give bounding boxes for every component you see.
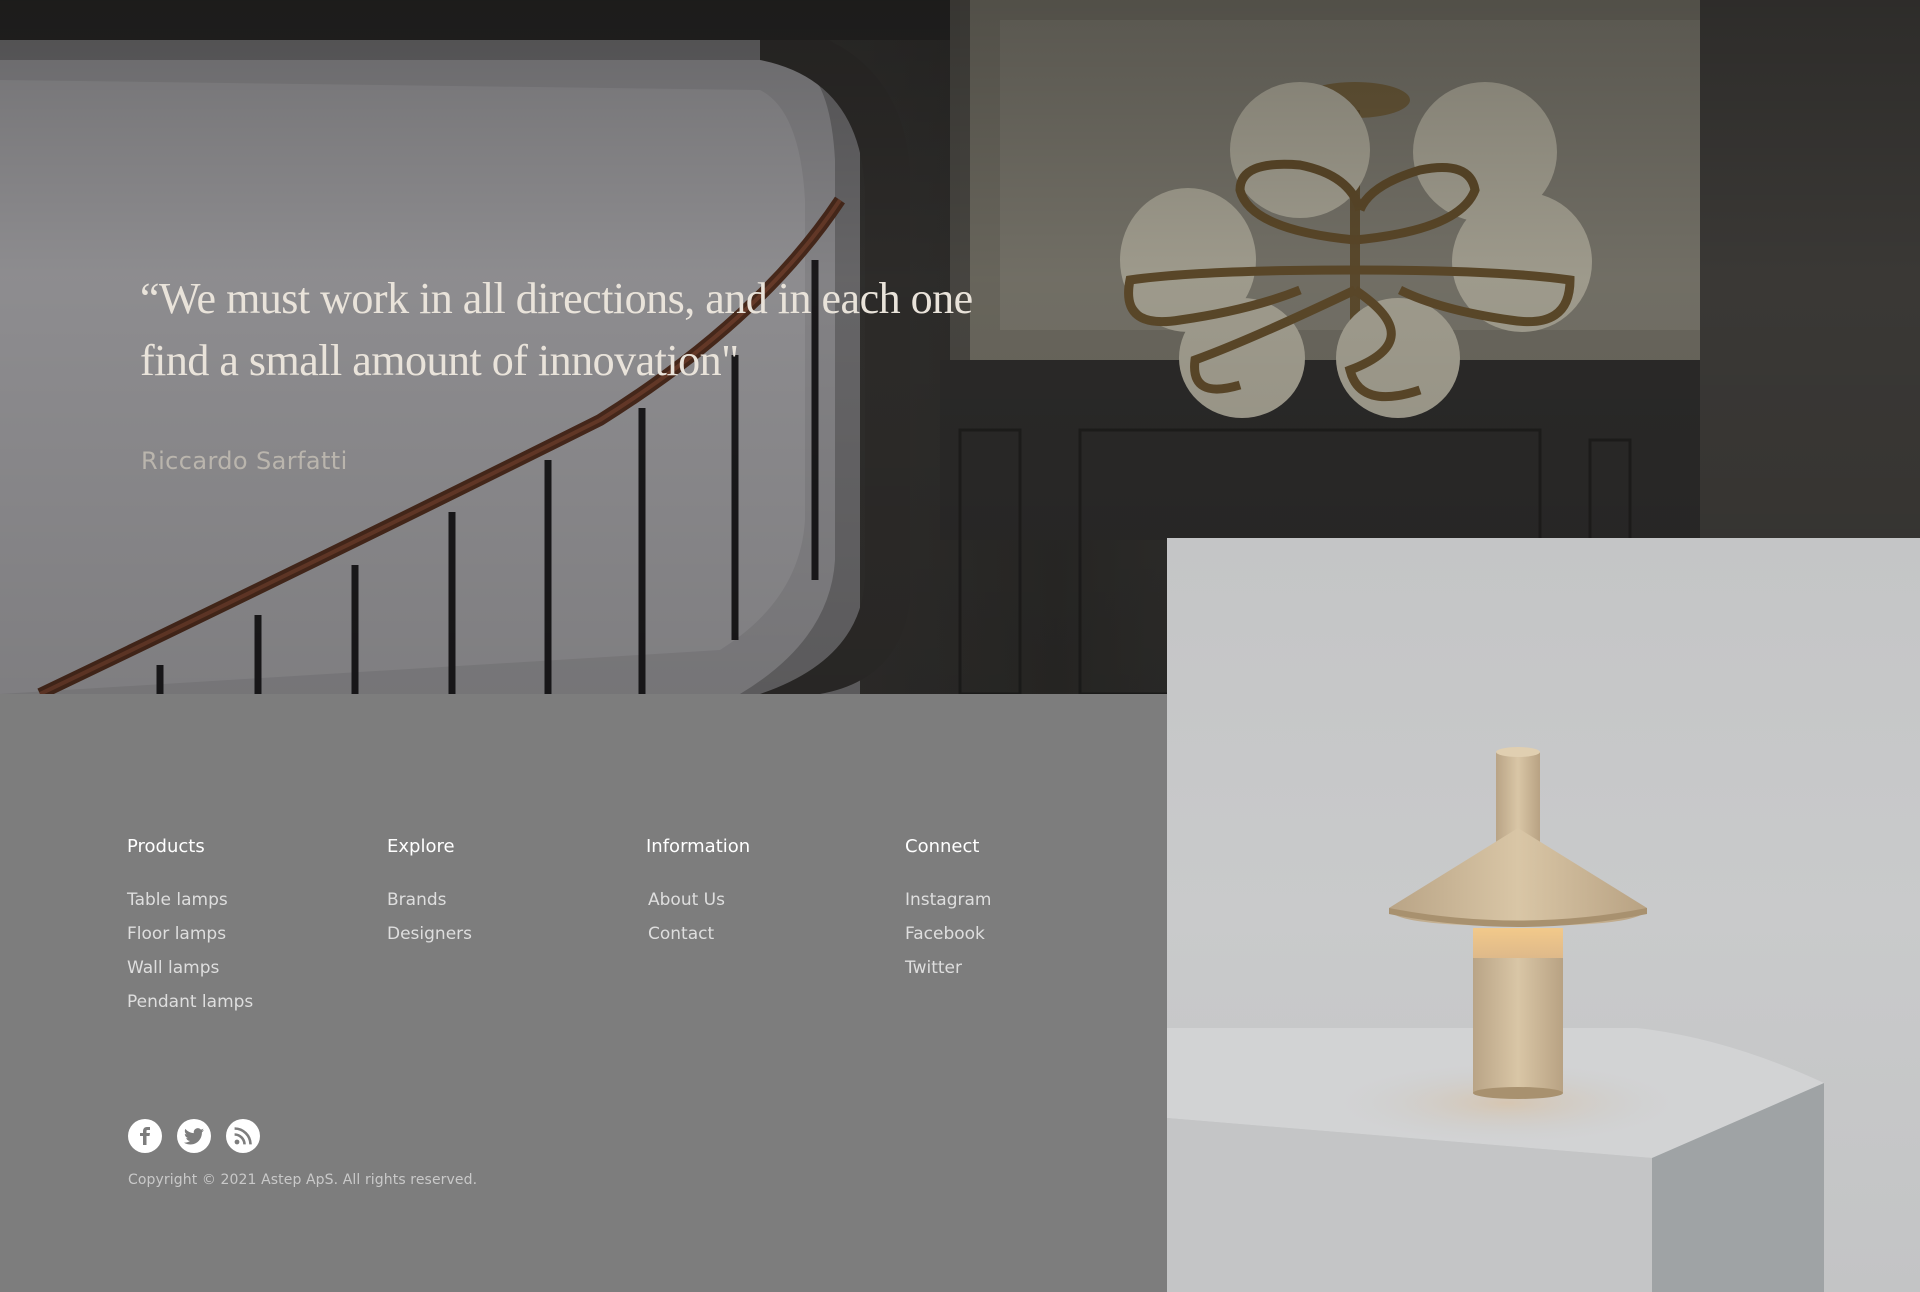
footer-column-connect: Connect Instagram Facebook Twitter <box>905 836 992 985</box>
footer-heading-explore: Explore <box>387 836 455 857</box>
site-footer: Products Table lamps Floor lamps Wall la… <box>0 694 1167 1292</box>
footer-column-products: Products Table lamps Floor lamps Wall la… <box>127 836 253 1019</box>
footer-link-about-us[interactable]: About Us <box>648 883 750 917</box>
quote-author: Riccardo Sarfatti <box>141 447 348 475</box>
hero-quote: “We must work in all directions, and in … <box>140 268 1040 392</box>
footer-link-contact[interactable]: Contact <box>648 917 750 951</box>
product-image-panel <box>1167 538 1920 1292</box>
footer-heading-products: Products <box>127 836 205 857</box>
footer-link-wall-lamps[interactable]: Wall lamps <box>127 951 253 985</box>
footer-link-floor-lamps[interactable]: Floor lamps <box>127 917 253 951</box>
footer-link-table-lamps[interactable]: Table lamps <box>127 883 253 917</box>
footer-heading-connect: Connect <box>905 836 980 857</box>
quote-line-1: “We must work in all directions, and in … <box>140 274 973 323</box>
quote-line-2: find a small amount of innovation" <box>140 336 739 385</box>
rss-icon[interactable] <box>226 1119 260 1153</box>
footer-link-instagram[interactable]: Instagram <box>905 883 992 917</box>
table-lamp-photo <box>1167 747 1824 1292</box>
footer-link-facebook[interactable]: Facebook <box>905 917 992 951</box>
social-icons <box>128 1119 260 1153</box>
twitter-icon[interactable] <box>177 1119 211 1153</box>
copyright-text: Copyright © 2021 Astep ApS. All rights r… <box>128 1172 478 1188</box>
footer-link-designers[interactable]: Designers <box>387 917 472 951</box>
footer-column-explore: Explore Brands Designers <box>387 836 472 951</box>
footer-link-pendant-lamps[interactable]: Pendant lamps <box>127 985 253 1019</box>
footer-link-brands[interactable]: Brands <box>387 883 472 917</box>
facebook-icon[interactable] <box>128 1119 162 1153</box>
footer-heading-information: Information <box>646 836 751 857</box>
footer-link-twitter[interactable]: Twitter <box>905 951 992 985</box>
footer-column-information: Information About Us Contact <box>646 836 750 951</box>
